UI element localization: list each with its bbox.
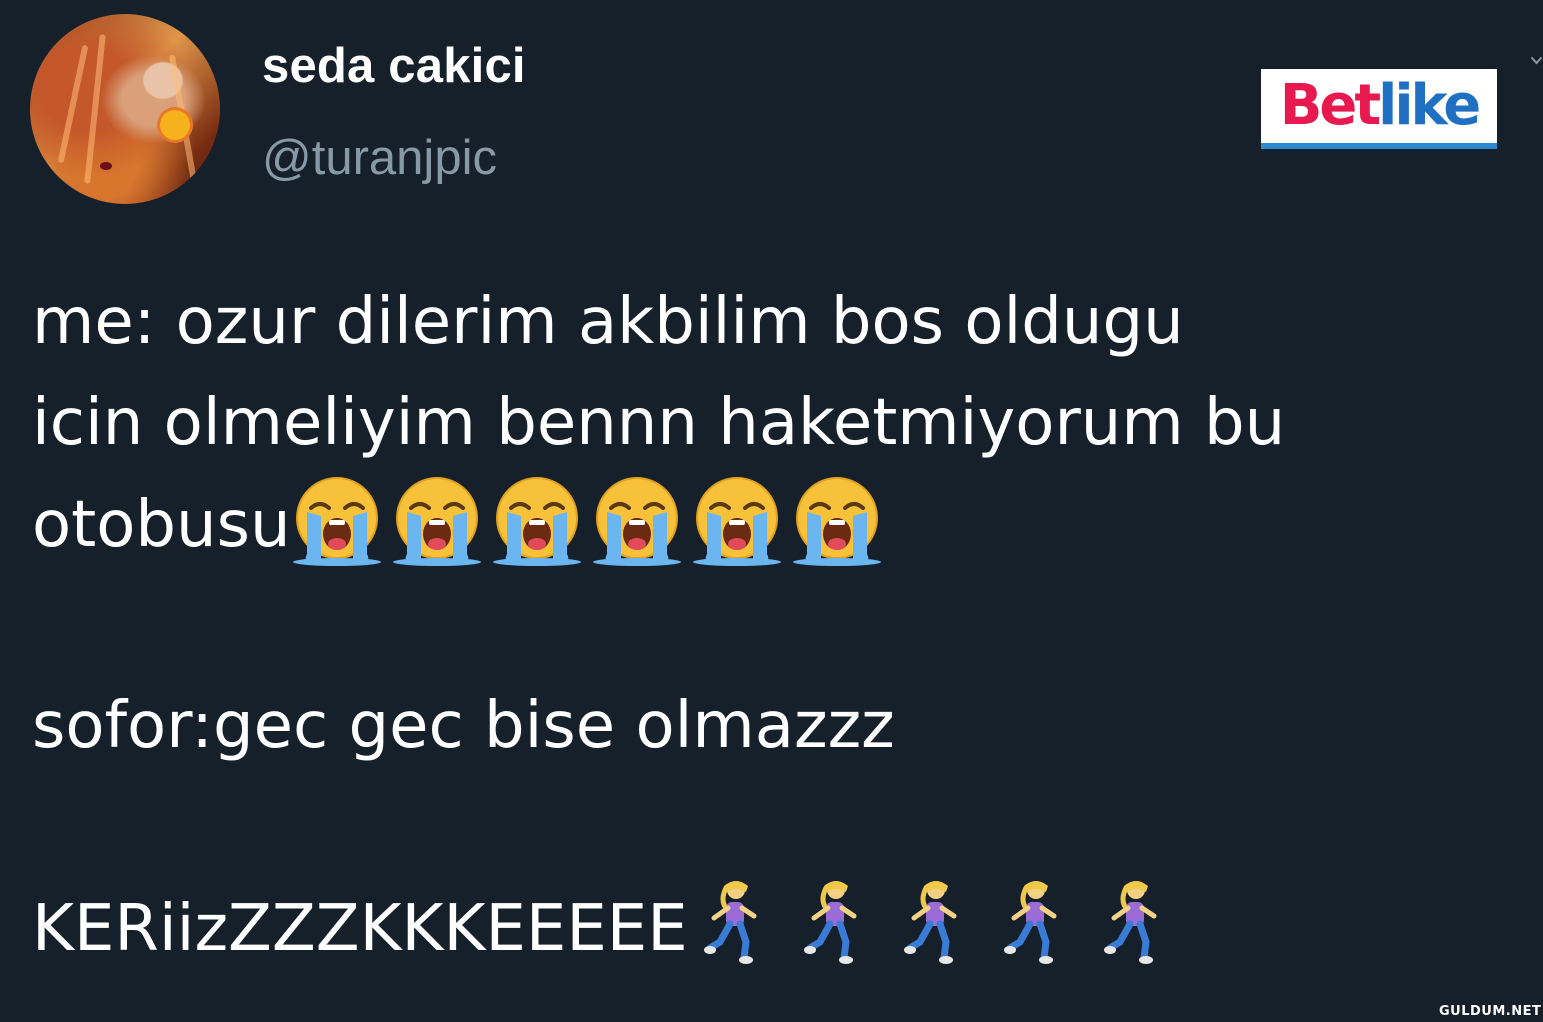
betlike-logo: Bet like xyxy=(1261,69,1497,149)
tweet-body: me: ozur dilerim akbilim bos oldugu icin… xyxy=(32,272,1492,979)
tweet-text-line: me: ozur dilerim akbilim bos oldugu xyxy=(32,285,1184,359)
loudly-crying-face-icon xyxy=(592,477,681,566)
woman-running-icon xyxy=(703,881,757,964)
tweet-text-line: KERiizZZZKKKEEEEE xyxy=(32,892,688,966)
avatar-hair-detail xyxy=(57,44,89,164)
tweet-text-line-with-emojis: KERiizZZZKKKEEEEE xyxy=(32,878,1492,979)
woman-running-icon xyxy=(1003,881,1057,964)
loudly-crying-face-icon xyxy=(692,477,781,566)
tweet-text-line: sofor:gec gec bise olmazzz xyxy=(32,689,895,763)
loudly-crying-face-icon xyxy=(392,477,481,566)
runner-emoji-row xyxy=(702,878,1164,964)
tweet-text-line: otobusu xyxy=(32,488,291,562)
loudly-crying-face-icon xyxy=(492,477,581,566)
logo-text-part-a: Bet xyxy=(1279,73,1381,138)
tweet-text-line-with-emojis: otobusu xyxy=(32,474,1492,575)
author-display-name[interactable]: seda cakici xyxy=(262,38,526,94)
woman-running-icon xyxy=(803,881,857,964)
loudly-crying-face-icon xyxy=(292,477,381,566)
logo-text-part-b: like xyxy=(1378,73,1481,138)
site-watermark: GULDUM.NET xyxy=(1439,1004,1542,1019)
author-handle[interactable]: @turanjpic xyxy=(262,130,497,186)
loudly-crying-face-icon xyxy=(792,477,881,566)
chevron-down-icon[interactable] xyxy=(1530,54,1543,67)
woman-running-icon xyxy=(1103,881,1157,964)
author-avatar[interactable] xyxy=(30,14,220,204)
avatar-sticker-icon xyxy=(160,110,190,140)
tweet-text-line: icin olmeliyim bennn haketmiyorum bu xyxy=(32,386,1286,460)
avatar-nail-detail xyxy=(100,162,112,170)
crying-emoji-row xyxy=(291,474,883,566)
woman-running-icon xyxy=(903,881,957,964)
